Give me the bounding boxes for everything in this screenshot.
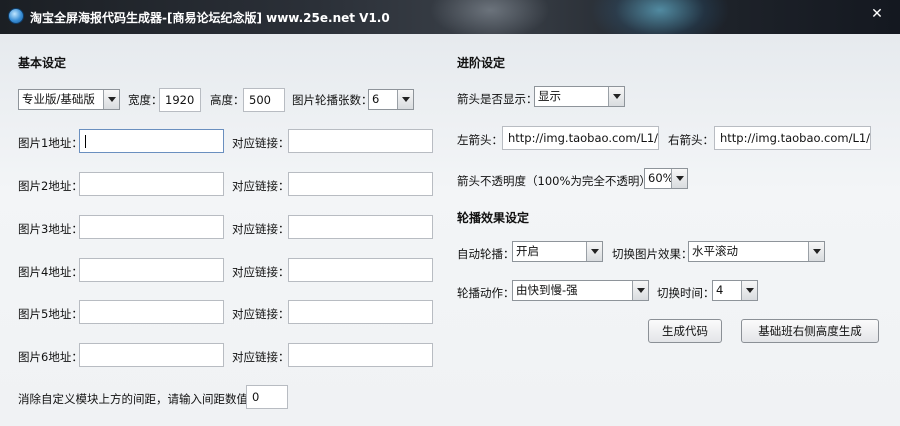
image-3-label: 图片3地址： <box>18 222 83 236</box>
action-value: 由快到慢-强 <box>516 283 578 297</box>
image-4-label: 图片4地址： <box>18 265 83 279</box>
height-input[interactable]: 500 <box>243 88 285 112</box>
image-5-label: 图片5地址： <box>18 307 83 321</box>
app-icon <box>8 8 24 24</box>
auto-play-value: 开启 <box>516 244 539 258</box>
chevron-down-icon[interactable] <box>741 281 757 300</box>
chevron-down-icon[interactable] <box>397 90 413 109</box>
effect-label: 切换图片效果： <box>612 247 693 261</box>
link-3-label: 对应链接： <box>232 222 290 236</box>
chevron-down-icon[interactable] <box>671 169 687 188</box>
link-6-input[interactable] <box>288 343 433 367</box>
image-4-url-input[interactable] <box>79 258 224 282</box>
link-6-label: 对应链接： <box>232 350 290 364</box>
link-1-input[interactable] <box>288 129 433 153</box>
version-select-value: 专业版/基础版 <box>22 92 95 106</box>
count-label: 图片轮播张数： <box>292 93 373 107</box>
link-4-input[interactable] <box>288 258 433 282</box>
opacity-select[interactable]: 60% <box>644 168 688 189</box>
left-arrow-input[interactable]: http://img.taobao.com/L1/14 <box>502 126 659 150</box>
text-cursor <box>85 135 86 148</box>
spacing-input[interactable]: 0 <box>246 385 288 409</box>
time-select[interactable]: 4 <box>712 280 758 301</box>
action-select[interactable]: 由快到慢-强 <box>512 280 649 301</box>
main-panel: 基本设定 专业版/基础版 宽度： 1920 高度： 500 图片轮播张数： 6 … <box>0 34 900 426</box>
link-5-label: 对应链接： <box>232 307 290 321</box>
title-bar-decoration <box>590 0 730 34</box>
chevron-down-icon[interactable] <box>808 242 824 261</box>
image-3-url-input[interactable] <box>79 215 224 239</box>
time-value: 4 <box>716 283 724 297</box>
chevron-down-icon[interactable] <box>632 281 648 300</box>
chevron-down-icon[interactable] <box>586 242 602 261</box>
image-5-url-input[interactable] <box>79 300 224 324</box>
image-1-url-input[interactable] <box>79 129 224 153</box>
auto-play-label: 自动轮播： <box>457 247 515 261</box>
link-2-label: 对应链接： <box>232 179 290 193</box>
effect-select[interactable]: 水平滚动 <box>688 241 825 262</box>
link-4-label: 对应链接： <box>232 265 290 279</box>
effect-value: 水平滚动 <box>692 244 738 258</box>
link-2-input[interactable] <box>288 172 433 196</box>
auto-play-select[interactable]: 开启 <box>512 241 603 262</box>
link-5-input[interactable] <box>288 300 433 324</box>
action-label: 轮播动作： <box>457 286 515 300</box>
count-select-value: 6 <box>372 92 380 106</box>
title-bar: 淘宝全屏海报代码生成器-[商易论坛纪念版] www.25e.net V1.0 ✕ <box>0 0 900 34</box>
image-6-url-input[interactable] <box>79 343 224 367</box>
chevron-down-icon[interactable] <box>608 87 624 106</box>
height-label: 高度： <box>210 93 245 107</box>
carousel-settings-heading: 轮播效果设定 <box>457 211 530 225</box>
close-icon[interactable]: ✕ <box>868 5 886 23</box>
opacity-label: 箭头不透明度（100%为完全不透明）： <box>457 174 657 188</box>
width-input[interactable]: 1920 <box>159 88 201 112</box>
right-arrow-label: 右箭头： <box>668 133 714 147</box>
width-label: 宽度： <box>128 93 163 107</box>
image-2-label: 图片2地址： <box>18 179 83 193</box>
right-arrow-input[interactable]: http://img.taobao.com/L1/14 <box>714 126 871 150</box>
link-1-label: 对应链接： <box>232 136 290 150</box>
image-2-url-input[interactable] <box>79 172 224 196</box>
link-3-input[interactable] <box>288 215 433 239</box>
count-select[interactable]: 6 <box>368 89 414 110</box>
spacing-label: 消除自定义模块上方的间距，请输入间距数值： <box>18 392 260 406</box>
arrow-show-label: 箭头是否显示： <box>457 92 538 106</box>
title-bar-decoration <box>430 0 550 34</box>
generate-right-height-button[interactable]: 基础班右侧高度生成 <box>741 319 879 343</box>
opacity-value: 60% <box>648 171 674 185</box>
image-6-label: 图片6地址： <box>18 350 83 364</box>
basic-settings-heading: 基本设定 <box>18 56 67 70</box>
left-arrow-label: 左箭头： <box>457 133 503 147</box>
generate-code-button[interactable]: 生成代码 <box>648 319 722 343</box>
version-select[interactable]: 专业版/基础版 <box>18 89 120 110</box>
advanced-settings-heading: 进阶设定 <box>457 56 506 70</box>
image-1-label: 图片1地址： <box>18 136 83 150</box>
arrow-show-value: 显示 <box>538 89 561 103</box>
window-title: 淘宝全屏海报代码生成器-[商易论坛纪念版] www.25e.net V1.0 <box>30 11 390 25</box>
chevron-down-icon[interactable] <box>103 90 119 109</box>
time-label: 切换时间： <box>657 286 715 300</box>
arrow-show-select[interactable]: 显示 <box>534 86 625 107</box>
